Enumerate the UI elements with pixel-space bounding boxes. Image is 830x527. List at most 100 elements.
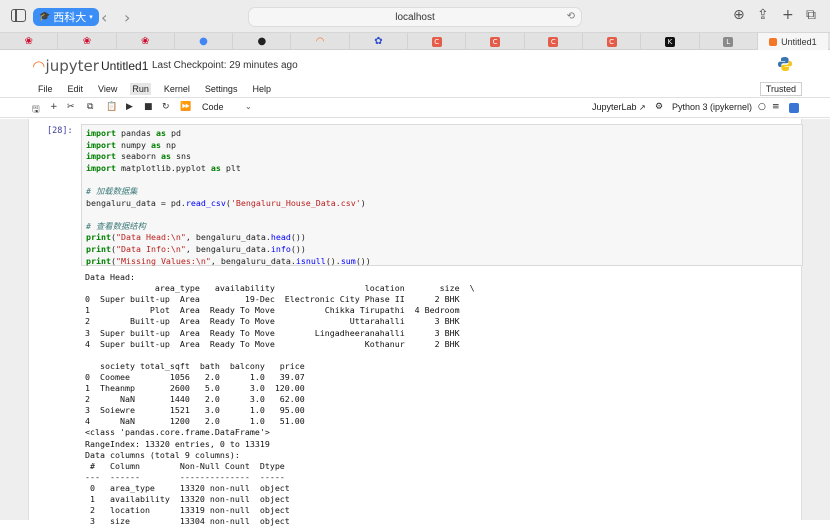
- run-icon[interactable]: ▶: [126, 102, 133, 112]
- download-icon[interactable]: ⊕: [733, 7, 745, 23]
- output-line: society total_sqft bath balcony price: [85, 360, 305, 371]
- code-line: import seaborn as sns: [86, 151, 191, 162]
- menu-help[interactable]: Help: [250, 83, 273, 95]
- menu-file[interactable]: File: [36, 83, 55, 95]
- chrome-like-icon: ●: [199, 36, 208, 47]
- browser-tab[interactable]: ❀: [117, 33, 175, 50]
- paste-icon[interactable]: 📋: [106, 102, 117, 112]
- menu-lines-icon[interactable]: ≡: [772, 102, 780, 112]
- browser-tab[interactable]: C: [525, 33, 583, 50]
- menubar: File Edit View Run Kernel Settings Help: [0, 80, 830, 98]
- output-line: Data columns (total 9 columns):: [85, 449, 240, 460]
- kernel-status-circle-icon: ○: [758, 102, 766, 112]
- output-line: 2 Built-up Area Ready To Move Uttarahall…: [85, 316, 460, 327]
- menu-kernel[interactable]: Kernel: [162, 83, 192, 95]
- output-line: 1 Theanmp 2600 5.0 3.0 120.00: [85, 383, 305, 393]
- notebook-tab-icon: [769, 37, 778, 46]
- browser-tab[interactable]: ✿: [350, 33, 409, 50]
- tab-strip: ❀ ❀ ❀ ● ● ◠ ✿ C C C C K L Untitled1: [0, 33, 830, 50]
- output-line: RangeIndex: 13320 entries, 0 to 13319: [85, 438, 270, 449]
- menu-settings[interactable]: Settings: [203, 83, 240, 95]
- paw-icon: ✿: [374, 36, 383, 47]
- code-line: print("Data Info:\n", bengaluru_data.inf…: [86, 244, 306, 254]
- browser-tab[interactable]: K: [641, 33, 700, 50]
- code-line: # 查看数据结构: [86, 220, 146, 231]
- add-cell-icon[interactable]: +: [50, 102, 58, 112]
- stop-icon[interactable]: ■: [144, 102, 153, 112]
- browser-tab[interactable]: ❀: [58, 33, 117, 50]
- browser-tab[interactable]: ❀: [0, 33, 59, 50]
- jupyter-logo[interactable]: ◠jupyter: [33, 57, 99, 75]
- output-line: 2 location 13319 non-null object: [85, 505, 295, 516]
- checkpoint-status: Last Checkpoint: 29 minutes ago: [152, 60, 298, 71]
- code-line: # 加载数据集: [86, 186, 138, 196]
- menu-edit[interactable]: Edit: [66, 83, 86, 95]
- browser-tab[interactable]: ◠: [291, 33, 350, 50]
- cell-type-select[interactable]: Code: [202, 102, 224, 112]
- new-tab-icon[interactable]: +: [782, 7, 794, 23]
- notebook-area: [28]: import pandas as pd import numpy as…: [0, 119, 830, 526]
- settings-gear-icon[interactable]: ⚙: [655, 102, 663, 112]
- output-line: 3 Soiewre 1521 3.0 1.0 95.00: [85, 405, 305, 416]
- code-line: import matplotlib.pyplot as plt: [86, 162, 241, 173]
- notebook-toolbar: 🖫 + ✂ ⧉ 📋 ▶ ■ ↻ ⏩ Code ⌄ JupyterLab ↗ ⚙ …: [0, 98, 830, 118]
- chevron-down-icon[interactable]: ⌄: [245, 102, 252, 111]
- restart-icon[interactable]: ↻: [162, 102, 170, 112]
- browser-tab-active[interactable]: Untitled1: [757, 33, 828, 50]
- browser-tab[interactable]: ●: [233, 33, 292, 50]
- python-logo-icon: [778, 57, 792, 71]
- code-line: import pandas as pd: [86, 128, 181, 138]
- jupyterlab-link[interactable]: JupyterLab ↗: [592, 102, 646, 112]
- jupyter-header: ◠jupyter Untitled1 Last Checkpoint: 29 m…: [0, 50, 830, 80]
- output-line: <class 'pandas.core.frame.DataFrame'>: [85, 427, 270, 438]
- k-icon: K: [664, 36, 675, 47]
- notebook-title[interactable]: Untitled1: [101, 59, 148, 73]
- kernel-name[interactable]: Python 3 (ipykernel): [672, 102, 752, 112]
- copy-icon[interactable]: ⧉: [87, 102, 93, 112]
- c-icon: C: [431, 36, 442, 47]
- translate-reload-icons[interactable]: ⟲: [567, 11, 575, 22]
- output-line: 3 size 13304 non-null object: [85, 516, 295, 527]
- chevron-down-icon: ▾: [89, 13, 93, 21]
- notebook-page: [28]: import pandas as pd import numpy as…: [28, 119, 803, 526]
- menu-run[interactable]: Run: [130, 82, 151, 95]
- browser-tab[interactable]: C: [583, 33, 642, 50]
- huawei-icon: ❀: [141, 36, 150, 47]
- output-line: 0 Coomee 1056 2.0 1.0 39.07: [85, 371, 305, 382]
- trusted-indicator[interactable]: Trusted: [759, 82, 802, 96]
- c-icon: C: [548, 36, 559, 47]
- jupyter-logo-text: jupyter: [45, 57, 99, 75]
- output-line: 1 availability 13320 non-null object: [85, 494, 295, 504]
- c-icon: C: [606, 36, 617, 47]
- sidebar-toggle-icon[interactable]: [11, 9, 26, 22]
- menu-view[interactable]: View: [96, 83, 119, 95]
- c-icon: C: [490, 36, 501, 47]
- cut-icon[interactable]: ✂: [67, 102, 75, 112]
- browser-tab[interactable]: ●: [175, 33, 234, 50]
- back-arrow-icon[interactable]: ‹: [101, 8, 107, 27]
- forward-arrow-icon[interactable]: ›: [124, 8, 130, 27]
- run-all-icon[interactable]: ⏩: [180, 102, 191, 112]
- huawei-icon: ❀: [24, 36, 33, 47]
- debugger-icon[interactable]: [789, 103, 799, 113]
- browser-tab[interactable]: C: [408, 33, 467, 50]
- profile-button[interactable]: 🎓 西科大 ▾: [33, 8, 99, 26]
- arc-icon: ◠: [315, 36, 325, 47]
- code-line: print("Data Head:\n", bengaluru_data.hea…: [86, 232, 306, 243]
- output-line: 4 Super built-up Area Ready To Move Koth…: [85, 338, 460, 349]
- address-text: localhost: [395, 11, 435, 23]
- share-icon[interactable]: ⇪: [757, 7, 769, 23]
- code-line: print("Missing Values:\n", bengaluru_dat…: [86, 255, 371, 266]
- output-line: area_type availability location size \: [85, 283, 475, 294]
- browser-tab[interactable]: L: [700, 33, 758, 50]
- save-icon[interactable]: 🖫: [32, 102, 40, 118]
- output-line: 2 NaN 1440 2.0 3.0 62.00: [85, 394, 305, 405]
- code-cell-editor[interactable]: import pandas as pd import numpy as np imp…: [81, 124, 803, 266]
- address-bar[interactable]: localhost ⟲: [248, 7, 582, 27]
- output-line: 0 Super built-up Area 19-Dec Electronic …: [85, 294, 460, 305]
- browser-tab[interactable]: C: [466, 33, 525, 50]
- tab-overview-icon[interactable]: ⧉: [806, 7, 816, 23]
- jupyter-arc-icon: ◠: [33, 57, 45, 75]
- active-tab-title: Untitled1: [781, 36, 817, 47]
- output-line: 3 Super built-up Area Ready To Move Ling…: [85, 327, 460, 338]
